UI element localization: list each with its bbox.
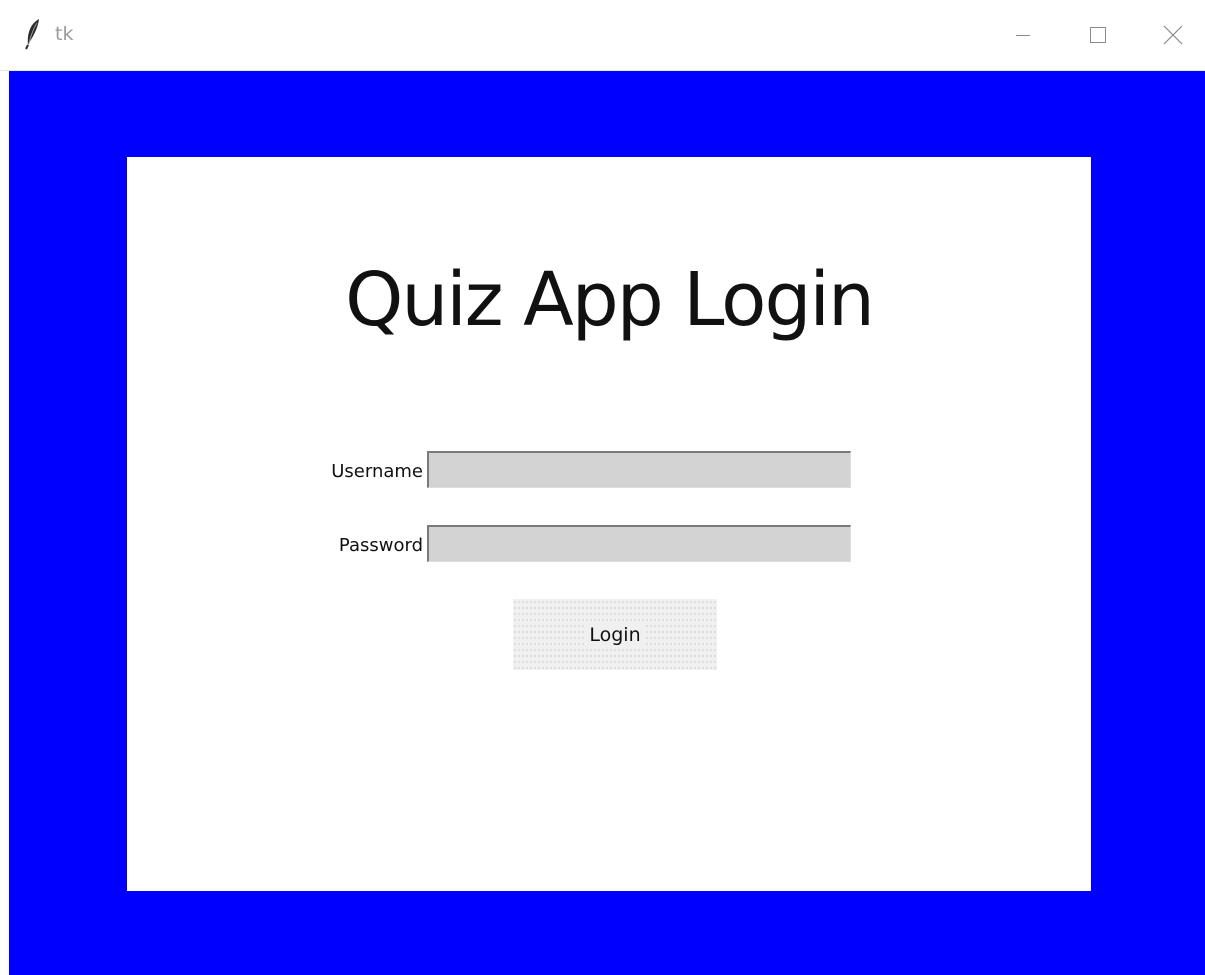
page-title: Quiz App Login bbox=[345, 257, 875, 343]
close-icon bbox=[1163, 25, 1183, 45]
login-button[interactable]: Login bbox=[513, 599, 717, 670]
maximize-button[interactable] bbox=[1060, 0, 1135, 70]
blue-background: Quiz App Login Username Password Login bbox=[9, 71, 1205, 975]
username-input[interactable] bbox=[427, 451, 851, 488]
username-label: Username bbox=[331, 461, 423, 482]
close-button[interactable] bbox=[1135, 0, 1205, 70]
minimize-icon bbox=[1015, 27, 1031, 43]
window-title: tk bbox=[55, 23, 74, 45]
maximize-icon bbox=[1089, 26, 1107, 44]
minimize-button[interactable] bbox=[985, 0, 1060, 70]
login-button-label: Login bbox=[585, 623, 645, 646]
password-label: Password bbox=[338, 535, 423, 556]
feather-icon bbox=[22, 18, 44, 50]
login-panel: Quiz App Login Username Password Login bbox=[127, 157, 1091, 891]
app-window: tk Quiz App Login Username Password Logi… bbox=[0, 0, 1205, 975]
password-input[interactable] bbox=[427, 525, 851, 562]
title-bar[interactable]: tk bbox=[0, 0, 1205, 71]
